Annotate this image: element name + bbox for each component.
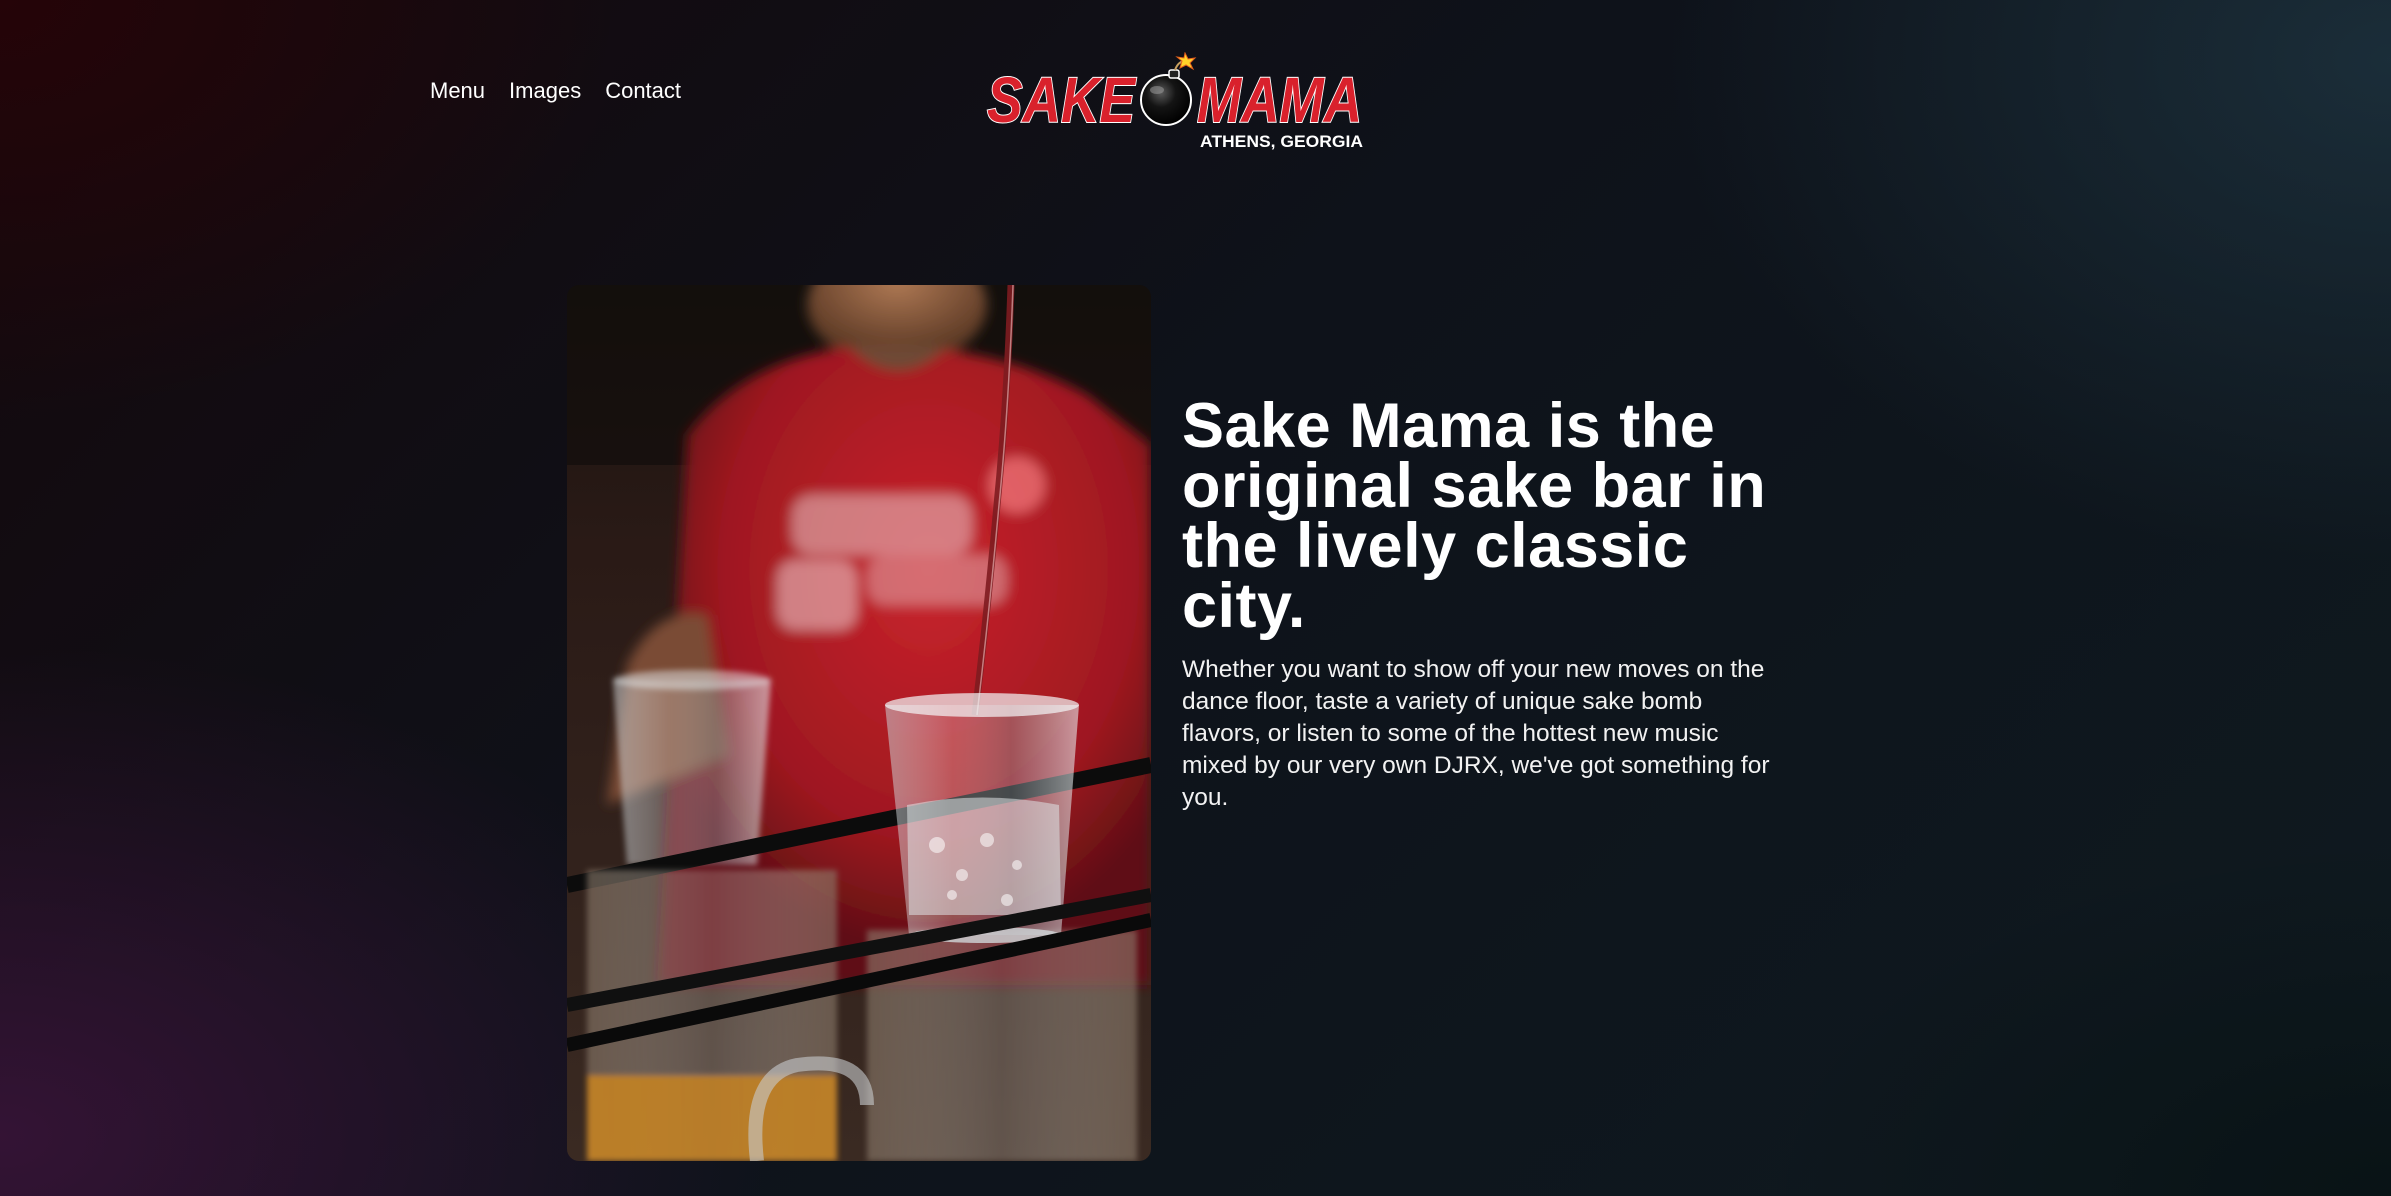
logo-location: ATHENS, GEORGIA xyxy=(1200,132,1363,151)
nav-link-contact[interactable]: Contact xyxy=(605,78,681,104)
main-nav: Menu Images Contact xyxy=(430,78,681,104)
bomb-icon xyxy=(1140,52,1197,126)
nav-link-menu[interactable]: Menu xyxy=(430,78,485,104)
hero-photo xyxy=(567,285,1151,1161)
hero-description: Whether you want to show off your new mo… xyxy=(1182,656,1770,811)
site-logo[interactable]: SAKE MAMA ATHENS, GEORGIA xyxy=(985,52,1365,156)
hero-text-block: Sake Mama is the original sake bar in th… xyxy=(1182,391,1822,814)
logo-word-left: SAKE xyxy=(987,64,1137,136)
hero-title: Sake Mama is the original sake bar in th… xyxy=(1182,391,1767,641)
sake-bomb-photo xyxy=(567,285,1151,1161)
nav-link-images[interactable]: Images xyxy=(509,78,581,104)
logo-word-right: MAMA xyxy=(1197,64,1362,136)
